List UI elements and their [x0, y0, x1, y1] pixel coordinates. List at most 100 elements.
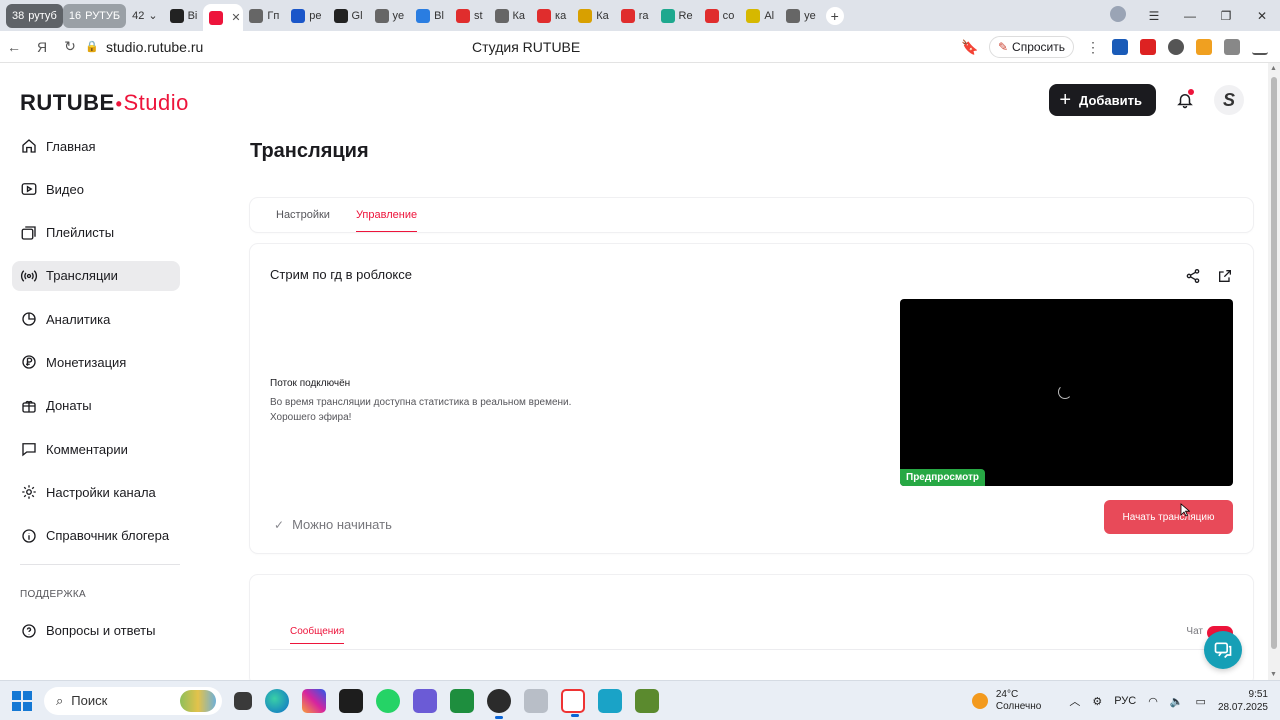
ask-button[interactable]: ✎ Спросить [988, 36, 1074, 58]
browser-tab[interactable]: ✕ [203, 4, 244, 31]
windows-start-button[interactable] [0, 681, 44, 720]
tray-chevron-icon[interactable]: ︿ [1069, 693, 1080, 709]
more-icon[interactable]: ⋮ [1086, 39, 1100, 56]
sidebar-item[interactable]: Вопросы и ответы [12, 616, 180, 646]
browser-tab[interactable]: 16 РУТУБ [62, 3, 127, 28]
obs-icon[interactable] [487, 688, 511, 719]
browser-tab-strip: 38 рутуб 16 РУТУБ 42 ⌄ Ві ✕ Гп ре Gl ye Bl st Ка ка Ка ra… [0, 0, 1280, 31]
page-title-text: Студия RUTUBE [472, 39, 581, 55]
close-tab-icon[interactable]: ✕ [231, 11, 240, 24]
battery-icon[interactable]: ▭ [1196, 695, 1206, 708]
browser-tab[interactable]: Гп [243, 4, 285, 28]
sidebar-item[interactable]: Монетизация [12, 347, 180, 377]
terminal-icon[interactable] [339, 688, 363, 713]
extension-orange-icon[interactable] [1196, 39, 1212, 55]
tab-title: Гп [267, 9, 280, 22]
back-icon[interactable]: ← [0, 39, 28, 55]
user-avatar[interactable]: S [1214, 85, 1244, 115]
broadcast-tab[interactable]: Управление [355, 198, 418, 232]
edge-icon[interactable] [265, 688, 289, 713]
sidebar-item[interactable]: Справочник блогера [12, 521, 180, 551]
add-button[interactable]: + Добавить [1049, 84, 1156, 116]
sidebar-item[interactable]: Главная [12, 131, 180, 161]
restore-icon[interactable]: ❐ [1208, 9, 1244, 23]
browser-tab[interactable]: ре [285, 4, 327, 28]
sidebar-item[interactable]: Трансляции [12, 260, 180, 291]
broadcast-tab[interactable]: Настройки [276, 198, 330, 232]
weather-widget[interactable]: 24°C Солнечно [971, 689, 1041, 713]
close-window-icon[interactable]: ✕ [1244, 9, 1280, 23]
start-broadcast-button[interactable]: Начать трансляцию [1104, 500, 1233, 534]
browser-tab[interactable]: 42 ⌄ [126, 4, 163, 28]
clock[interactable]: 9:51 28.07.2025 [1218, 688, 1268, 714]
reload-icon[interactable]: ↻ [56, 38, 84, 55]
scroll-up-icon[interactable]: ▲ [1270, 65, 1277, 72]
files-icon[interactable] [524, 688, 548, 713]
browser-tab[interactable]: Ка [489, 4, 532, 28]
minecraft-icon[interactable] [635, 688, 659, 713]
yandex-icon[interactable]: Я [28, 39, 56, 55]
yandex-browser-icon[interactable] [561, 688, 585, 717]
broadcast-icon [20, 270, 38, 282]
sidebar-item[interactable]: Комментарии [12, 434, 180, 464]
new-tab-icon[interactable]: + [825, 6, 844, 25]
sidebar-item[interactable]: Аналитика [12, 304, 180, 334]
sidebar-item[interactable]: Настройки канала [12, 477, 180, 507]
browser-tab[interactable]: ra [615, 4, 655, 28]
browser-tab[interactable]: Al [740, 4, 780, 28]
extension-puzzle-icon[interactable] [1224, 39, 1240, 55]
sidebar-item-label: Аналитика [46, 311, 111, 327]
minimize-icon[interactable]: — [1172, 9, 1208, 23]
sidebar-item[interactable]: Плейлисты [12, 218, 180, 248]
address-bar: ← Я ↻ 🔒 studio.rutube.ru Студия RUTUBE 🔖… [0, 31, 1280, 63]
share-icon[interactable] [1185, 268, 1201, 284]
profile-avatar[interactable] [1100, 6, 1136, 25]
taskbar-search[interactable]: ⌕ Поиск [44, 686, 222, 715]
notifications-bell-icon[interactable] [1172, 87, 1198, 113]
sidebar-item-label: Справочник блогера [46, 528, 170, 544]
taskview-icon[interactable] [234, 691, 252, 710]
info-icon [22, 528, 36, 543]
vpn-icon[interactable] [598, 688, 622, 713]
open-external-icon[interactable] [1217, 268, 1233, 284]
browser-tab[interactable]: Gl [328, 4, 369, 28]
sidebar-item[interactable]: Донаты [12, 391, 180, 421]
rutube-studio-app: RUTUBE • Studio + Добавить S Главная Видео П… [0, 63, 1268, 680]
instagram-icon[interactable] [302, 688, 326, 713]
network-status-icon[interactable]: ⚙ [1092, 695, 1102, 708]
scroll-down-icon[interactable]: ▼ [1270, 671, 1277, 678]
wifi-icon[interactable]: ◠ [1148, 695, 1158, 708]
excel-icon[interactable] [450, 688, 474, 713]
url-text[interactable]: studio.rutube.ru [106, 39, 203, 55]
whatsapp-icon[interactable] [376, 688, 400, 713]
browser-tab[interactable]: Bl [410, 4, 450, 28]
sidebar-item[interactable]: Видео [12, 174, 180, 204]
browser-tab[interactable]: ка [531, 4, 572, 28]
browser-tab[interactable]: Re [655, 4, 699, 28]
extension-play-icon[interactable] [1168, 39, 1184, 55]
bookmark-icon[interactable]: 🔖 [961, 39, 978, 56]
browser-tab[interactable]: 38 рутуб [6, 3, 63, 28]
browser-tab[interactable]: ye [780, 4, 822, 28]
stream-preview[interactable]: Предпросмотр [900, 299, 1233, 486]
volume-icon[interactable]: 🔈 [1170, 695, 1184, 708]
help-chat-button[interactable] [1204, 631, 1242, 669]
app-icon[interactable] [413, 688, 437, 713]
chevron-down-icon: ⌄ [148, 10, 158, 22]
page-scrollbar[interactable]: ▲ ▼ [1268, 63, 1280, 680]
language-indicator[interactable]: РУС [1114, 695, 1136, 707]
scrollbar-thumb[interactable] [1271, 77, 1277, 649]
browser-tab[interactable]: Ві [164, 4, 204, 28]
browser-tab[interactable]: Ка [572, 4, 615, 28]
browser-tab[interactable]: со [699, 4, 741, 28]
tab-messages[interactable]: Сообщения [290, 626, 345, 644]
tab-title: ye [392, 9, 405, 22]
browser-tab[interactable]: st [450, 4, 489, 28]
browser-tab[interactable]: ye [369, 4, 411, 28]
extension-shield-icon[interactable] [1112, 39, 1128, 55]
download-icon[interactable] [1252, 39, 1268, 55]
extension-red-icon[interactable] [1140, 39, 1156, 55]
sidebar-item-label: Вопросы и ответы [46, 623, 156, 639]
menu-icon[interactable]: ☰ [1136, 9, 1172, 23]
rutube-studio-logo[interactable]: RUTUBE • Studio [20, 90, 189, 116]
